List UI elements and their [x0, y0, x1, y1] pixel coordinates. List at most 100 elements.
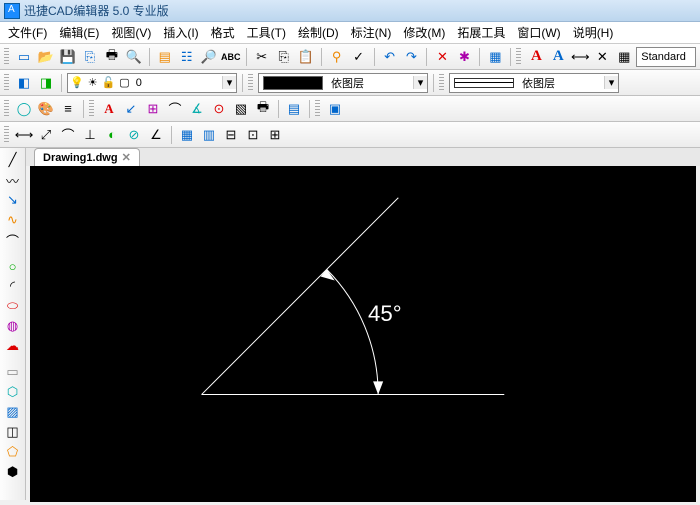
menu-help[interactable]: 说明(H) — [567, 22, 620, 43]
rect-tool-icon[interactable]: ▭ — [3, 362, 23, 382]
arc-tool-icon[interactable]: ⌒ — [3, 230, 23, 250]
save-icon[interactable]: 💾 — [58, 47, 78, 67]
layer-combo[interactable]: 💡 ☀ 🔓 ▢ 0 ▾ — [67, 73, 237, 93]
donut-tool-icon[interactable]: ◍ — [3, 316, 23, 336]
layers2-icon[interactable]: ▤ — [284, 99, 304, 119]
delete-icon[interactable]: ✕ — [432, 47, 452, 67]
print2-icon[interactable]: 🖶 — [253, 99, 273, 119]
preview-icon[interactable]: 🔍 — [124, 47, 144, 67]
print-icon[interactable]: 🖶 — [102, 47, 122, 67]
grip-icon — [4, 74, 9, 92]
saveall-icon[interactable]: ⎘ — [80, 47, 100, 67]
polygon-tool-icon[interactable]: ⬡ — [3, 382, 23, 402]
new-icon[interactable]: ▭ — [14, 47, 34, 67]
circle-tool-icon[interactable]: ○ — [3, 256, 23, 276]
quick-dim-icon[interactable]: ▦ — [177, 125, 197, 145]
baseline-icon[interactable]: ▥ — [199, 125, 219, 145]
menu-tools[interactable]: 工具(T) — [241, 22, 292, 43]
menu-file[interactable]: 文件(F) — [2, 22, 53, 43]
bulb-icon: 💡 — [70, 76, 84, 89]
menu-edit[interactable]: 编辑(E) — [53, 22, 105, 43]
angle-icon[interactable]: ∡ — [187, 99, 207, 119]
menu-window[interactable]: 窗口(W) — [511, 22, 566, 43]
purge-icon[interactable]: ✱ — [454, 47, 474, 67]
linear-dim-icon[interactable]: ⟷ — [14, 125, 34, 145]
aligned-dim-icon[interactable]: ⤢ — [36, 125, 56, 145]
copy-icon[interactable]: ⎘ — [274, 47, 294, 67]
toolbar-standard: ▭ 📂 💾 ⎘ 🖶 🔍 ▤ ☷ 🔎 ABC ✂ ⎘ 📋 ⚲ ✓ ↶ ↷ ✕ ✱ … — [0, 44, 700, 70]
menu-ext[interactable]: 拓展工具 — [451, 22, 511, 43]
grip-icon — [315, 100, 320, 118]
gradient-tool-icon[interactable]: ◫ — [3, 422, 23, 442]
xline-tool-icon[interactable]: ↘ — [3, 190, 23, 210]
paste-icon[interactable]: 📋 — [296, 47, 316, 67]
region-icon[interactable]: ▧ — [231, 99, 251, 119]
drawing-canvas[interactable]: 45° — [30, 166, 696, 502]
layer-state-icon[interactable]: ◨ — [36, 73, 56, 93]
menu-dim[interactable]: 标注(N) — [345, 22, 398, 43]
separator — [149, 48, 150, 66]
ordinate-icon[interactable]: ⊥ — [80, 125, 100, 145]
line-tool-icon[interactable]: ╱ — [3, 150, 23, 170]
layer-mgr-icon[interactable]: ▤ — [155, 47, 175, 67]
continue-icon[interactable]: ⊟ — [221, 125, 241, 145]
properties-icon[interactable]: ☷ — [177, 47, 197, 67]
hatch-tool-icon[interactable]: ▨ — [3, 402, 23, 422]
polyline-tool-icon[interactable]: 〰 — [3, 170, 23, 190]
tolerance-icon[interactable]: ⊞ — [265, 125, 285, 145]
spell-icon[interactable]: ABC — [221, 47, 241, 67]
select-icon[interactable]: ▦ — [485, 47, 505, 67]
open-icon[interactable]: 📂 — [36, 47, 56, 67]
undo-icon[interactable]: ↶ — [380, 47, 400, 67]
circle-tool-icon[interactable]: ◯ — [14, 99, 34, 119]
arc2-tool-icon[interactable]: ◜ — [3, 276, 23, 296]
linetype-icon[interactable]: ≡ — [58, 99, 78, 119]
dim-style-icon[interactable]: ⟷ — [570, 47, 590, 67]
radius-icon[interactable]: ◐ — [102, 125, 122, 145]
cut-icon[interactable]: ✂ — [252, 47, 272, 67]
spline-tool-icon[interactable]: ∿ — [3, 210, 23, 230]
text-style-b-icon[interactable]: A — [548, 47, 568, 67]
toolbar-draw: ◯ 🎨 ≡ A ↙ ⊞ ⌒ ∡ ⊙ ▧ 🖶 ▤ ▣ — [0, 96, 700, 122]
layer-icon[interactable]: ◧ — [14, 73, 34, 93]
angle-label: 45° — [368, 301, 402, 326]
menu-format[interactable]: 格式 — [205, 22, 241, 43]
separator — [278, 100, 279, 118]
ellipse-tool-icon[interactable]: ⬭ — [3, 296, 23, 316]
block-icon[interactable]: ▣ — [325, 99, 345, 119]
center-icon[interactable]: ⊡ — [243, 125, 263, 145]
text-style-combo[interactable]: Standard — [636, 47, 696, 67]
arc-dim-icon[interactable]: ⌒ — [58, 125, 78, 145]
mtext-icon[interactable]: A — [99, 99, 119, 119]
revcloud-tool-icon[interactable]: ☁ — [3, 336, 23, 356]
point-icon[interactable]: ⊙ — [209, 99, 229, 119]
menu-modify[interactable]: 修改(M) — [397, 22, 451, 43]
table-style-icon[interactable]: ▦ — [614, 47, 634, 67]
main-area: ╱ 〰 ↘ ∿ ⌒ ○ ◜ ⬭ ◍ ☁ ▭ ⬡ ▨ ◫ ⬠ ⬢ Drawing1… — [0, 148, 700, 500]
close-icon[interactable]: ✕ — [122, 151, 131, 164]
angular-icon[interactable]: ∠ — [146, 125, 166, 145]
dim-icon[interactable]: ⊞ — [143, 99, 163, 119]
color-combo[interactable]: 依图层 ▾ — [258, 73, 428, 93]
match-icon[interactable]: ⚲ — [327, 47, 347, 67]
menu-view[interactable]: 视图(V) — [105, 22, 157, 43]
diameter-icon[interactable]: ⊘ — [124, 125, 144, 145]
find-icon[interactable]: 🔎 — [199, 47, 219, 67]
palette-icon[interactable]: 🎨 — [36, 99, 56, 119]
menu-draw[interactable]: 绘制(D) — [292, 22, 345, 43]
point-style-icon[interactable]: ✕ — [592, 47, 612, 67]
text-style-a-icon[interactable]: A — [526, 47, 546, 67]
separator — [321, 48, 322, 66]
layer-name: 0 — [132, 77, 222, 89]
boundary-tool-icon[interactable]: ⬠ — [3, 442, 23, 462]
region2-tool-icon[interactable]: ⬢ — [3, 462, 23, 482]
drawing-svg: 45° — [30, 166, 696, 502]
linetype-combo[interactable]: 依图层 ▾ — [449, 73, 619, 93]
arc-icon[interactable]: ⌒ — [165, 99, 185, 119]
leader-icon[interactable]: ↙ — [121, 99, 141, 119]
redo-icon[interactable]: ↷ — [402, 47, 422, 67]
brush-icon[interactable]: ✓ — [349, 47, 369, 67]
color-value: 依图层 — [327, 75, 413, 91]
menu-insert[interactable]: 插入(I) — [157, 22, 204, 43]
document-tab[interactable]: Drawing1.dwg ✕ — [34, 148, 140, 166]
